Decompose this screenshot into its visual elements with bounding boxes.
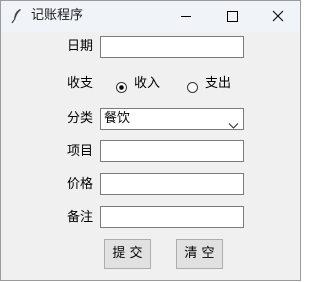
chevron-down-icon [228,115,239,129]
note-label: 备注 [67,210,94,225]
close-icon [272,10,284,22]
date-label: 日期 [67,39,94,54]
type-label: 收支 [67,76,94,91]
income-radio-label[interactable]: 收入 [134,76,160,92]
title-bar[interactable]: 记账程序 [1,1,300,32]
income-radio[interactable] [116,78,127,93]
maximize-button[interactable] [209,1,255,32]
category-selected-value: 餐饮 [104,111,131,126]
minimize-icon [181,16,191,17]
date-field[interactable] [100,36,244,58]
maximize-icon [227,11,238,22]
close-button[interactable] [255,1,301,32]
app-window: 记账程序 日期 收支 收入 支出 分类 餐饮 项目 价格 备注 提 交 清 空 [0,0,301,281]
price-field[interactable] [100,173,244,195]
category-label: 分类 [67,111,94,126]
item-label: 项目 [67,144,94,159]
minimize-button[interactable] [163,1,209,32]
window-title: 记账程序 [31,8,84,23]
item-field[interactable] [100,140,244,162]
expense-radio-label[interactable]: 支出 [205,76,231,92]
note-field[interactable] [100,206,244,228]
category-select[interactable]: 餐饮 [100,108,244,130]
price-label: 价格 [67,177,94,192]
feather-icon [10,8,24,24]
submit-button[interactable]: 提 交 [104,239,151,269]
expense-radio[interactable] [187,78,198,93]
clear-button[interactable]: 清 空 [176,239,223,269]
